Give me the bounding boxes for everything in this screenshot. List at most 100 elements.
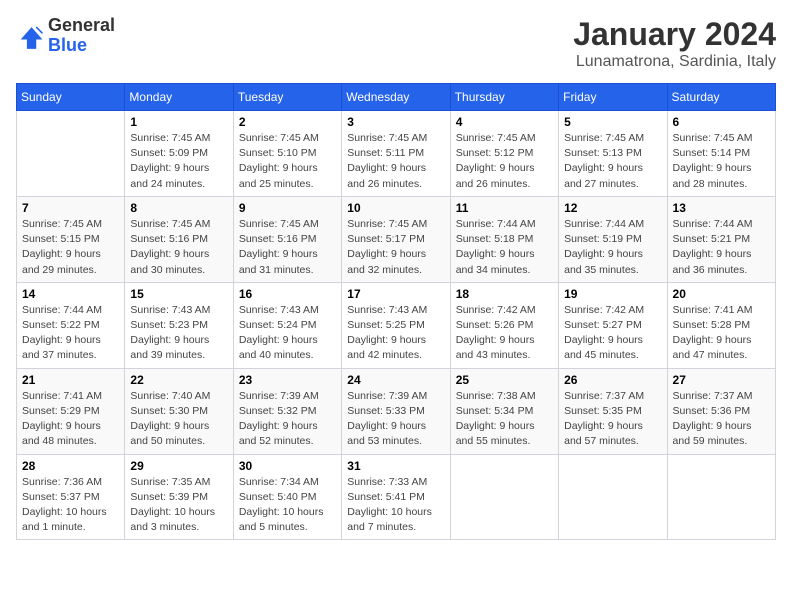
day-info: Sunrise: 7:41 AMSunset: 5:29 PMDaylight:…	[22, 389, 119, 450]
weekday-header: Saturday	[667, 84, 775, 111]
logo-blue: Blue	[48, 36, 115, 56]
day-number: 26	[564, 373, 661, 387]
day-number: 12	[564, 201, 661, 215]
weekday-header: Sunday	[17, 84, 125, 111]
location: Lunamatrona, Sardinia, Italy	[573, 53, 776, 71]
day-info: Sunrise: 7:45 AMSunset: 5:16 PMDaylight:…	[239, 217, 336, 278]
day-info: Sunrise: 7:40 AMSunset: 5:30 PMDaylight:…	[130, 389, 227, 450]
day-number: 11	[456, 201, 553, 215]
day-number: 4	[456, 115, 553, 129]
day-number: 25	[456, 373, 553, 387]
month-title: January 2024	[573, 16, 776, 53]
day-number: 31	[347, 459, 444, 473]
weekday-header: Wednesday	[342, 84, 450, 111]
day-info: Sunrise: 7:39 AMSunset: 5:32 PMDaylight:…	[239, 389, 336, 450]
calendar-cell	[559, 454, 667, 540]
calendar-cell: 18 Sunrise: 7:42 AMSunset: 5:26 PMDaylig…	[450, 282, 558, 368]
day-info: Sunrise: 7:36 AMSunset: 5:37 PMDaylight:…	[22, 475, 119, 536]
day-number: 30	[239, 459, 336, 473]
calendar-table: SundayMondayTuesdayWednesdayThursdayFrid…	[16, 83, 776, 540]
day-info: Sunrise: 7:45 AMSunset: 5:16 PMDaylight:…	[130, 217, 227, 278]
calendar-cell: 4 Sunrise: 7:45 AMSunset: 5:12 PMDayligh…	[450, 111, 558, 197]
day-info: Sunrise: 7:39 AMSunset: 5:33 PMDaylight:…	[347, 389, 444, 450]
day-info: Sunrise: 7:38 AMSunset: 5:34 PMDaylight:…	[456, 389, 553, 450]
day-info: Sunrise: 7:45 AMSunset: 5:09 PMDaylight:…	[130, 131, 227, 192]
day-number: 13	[673, 201, 770, 215]
calendar-cell: 17 Sunrise: 7:43 AMSunset: 5:25 PMDaylig…	[342, 282, 450, 368]
day-number: 29	[130, 459, 227, 473]
day-info: Sunrise: 7:45 AMSunset: 5:13 PMDaylight:…	[564, 131, 661, 192]
calendar-cell: 5 Sunrise: 7:45 AMSunset: 5:13 PMDayligh…	[559, 111, 667, 197]
calendar-cell: 16 Sunrise: 7:43 AMSunset: 5:24 PMDaylig…	[233, 282, 341, 368]
day-number: 22	[130, 373, 227, 387]
logo-general: General	[48, 16, 115, 36]
calendar-cell: 2 Sunrise: 7:45 AMSunset: 5:10 PMDayligh…	[233, 111, 341, 197]
weekday-header: Monday	[125, 84, 233, 111]
calendar-cell: 30 Sunrise: 7:34 AMSunset: 5:40 PMDaylig…	[233, 454, 341, 540]
day-number: 21	[22, 373, 119, 387]
weekday-header: Tuesday	[233, 84, 341, 111]
calendar-cell: 21 Sunrise: 7:41 AMSunset: 5:29 PMDaylig…	[17, 368, 125, 454]
calendar-cell	[450, 454, 558, 540]
day-number: 18	[456, 287, 553, 301]
day-number: 15	[130, 287, 227, 301]
day-number: 20	[673, 287, 770, 301]
calendar-cell: 19 Sunrise: 7:42 AMSunset: 5:27 PMDaylig…	[559, 282, 667, 368]
logo-text: General Blue	[48, 16, 115, 56]
calendar-cell: 13 Sunrise: 7:44 AMSunset: 5:21 PMDaylig…	[667, 196, 775, 282]
day-info: Sunrise: 7:44 AMSunset: 5:19 PMDaylight:…	[564, 217, 661, 278]
day-number: 6	[673, 115, 770, 129]
calendar-cell: 12 Sunrise: 7:44 AMSunset: 5:19 PMDaylig…	[559, 196, 667, 282]
day-number: 16	[239, 287, 336, 301]
day-number: 5	[564, 115, 661, 129]
weekday-header: Thursday	[450, 84, 558, 111]
calendar-cell: 31 Sunrise: 7:33 AMSunset: 5:41 PMDaylig…	[342, 454, 450, 540]
day-info: Sunrise: 7:43 AMSunset: 5:25 PMDaylight:…	[347, 303, 444, 364]
day-info: Sunrise: 7:45 AMSunset: 5:17 PMDaylight:…	[347, 217, 444, 278]
day-info: Sunrise: 7:37 AMSunset: 5:36 PMDaylight:…	[673, 389, 770, 450]
calendar-cell	[667, 454, 775, 540]
calendar-week-row: 21 Sunrise: 7:41 AMSunset: 5:29 PMDaylig…	[17, 368, 776, 454]
day-number: 19	[564, 287, 661, 301]
calendar-week-row: 14 Sunrise: 7:44 AMSunset: 5:22 PMDaylig…	[17, 282, 776, 368]
calendar-cell: 14 Sunrise: 7:44 AMSunset: 5:22 PMDaylig…	[17, 282, 125, 368]
day-number: 14	[22, 287, 119, 301]
calendar-cell	[17, 111, 125, 197]
calendar-week-row: 7 Sunrise: 7:45 AMSunset: 5:15 PMDayligh…	[17, 196, 776, 282]
calendar-cell: 8 Sunrise: 7:45 AMSunset: 5:16 PMDayligh…	[125, 196, 233, 282]
page-header: General Blue January 2024 Lunamatrona, S…	[16, 16, 776, 71]
logo: General Blue	[16, 16, 115, 56]
day-info: Sunrise: 7:45 AMSunset: 5:12 PMDaylight:…	[456, 131, 553, 192]
day-info: Sunrise: 7:33 AMSunset: 5:41 PMDaylight:…	[347, 475, 444, 536]
day-number: 3	[347, 115, 444, 129]
day-number: 17	[347, 287, 444, 301]
calendar-cell: 9 Sunrise: 7:45 AMSunset: 5:16 PMDayligh…	[233, 196, 341, 282]
calendar-cell: 27 Sunrise: 7:37 AMSunset: 5:36 PMDaylig…	[667, 368, 775, 454]
calendar-cell: 10 Sunrise: 7:45 AMSunset: 5:17 PMDaylig…	[342, 196, 450, 282]
day-info: Sunrise: 7:45 AMSunset: 5:15 PMDaylight:…	[22, 217, 119, 278]
calendar-cell: 23 Sunrise: 7:39 AMSunset: 5:32 PMDaylig…	[233, 368, 341, 454]
day-info: Sunrise: 7:44 AMSunset: 5:18 PMDaylight:…	[456, 217, 553, 278]
day-number: 9	[239, 201, 336, 215]
day-info: Sunrise: 7:45 AMSunset: 5:14 PMDaylight:…	[673, 131, 770, 192]
calendar-cell: 24 Sunrise: 7:39 AMSunset: 5:33 PMDaylig…	[342, 368, 450, 454]
calendar-cell: 1 Sunrise: 7:45 AMSunset: 5:09 PMDayligh…	[125, 111, 233, 197]
calendar-cell: 25 Sunrise: 7:38 AMSunset: 5:34 PMDaylig…	[450, 368, 558, 454]
day-info: Sunrise: 7:45 AMSunset: 5:11 PMDaylight:…	[347, 131, 444, 192]
day-info: Sunrise: 7:34 AMSunset: 5:40 PMDaylight:…	[239, 475, 336, 536]
day-number: 2	[239, 115, 336, 129]
day-number: 7	[22, 201, 119, 215]
weekday-header: Friday	[559, 84, 667, 111]
calendar-cell: 22 Sunrise: 7:40 AMSunset: 5:30 PMDaylig…	[125, 368, 233, 454]
calendar-cell: 15 Sunrise: 7:43 AMSunset: 5:23 PMDaylig…	[125, 282, 233, 368]
day-number: 27	[673, 373, 770, 387]
day-number: 8	[130, 201, 227, 215]
day-info: Sunrise: 7:41 AMSunset: 5:28 PMDaylight:…	[673, 303, 770, 364]
day-info: Sunrise: 7:43 AMSunset: 5:23 PMDaylight:…	[130, 303, 227, 364]
day-number: 23	[239, 373, 336, 387]
day-number: 10	[347, 201, 444, 215]
calendar-week-row: 1 Sunrise: 7:45 AMSunset: 5:09 PMDayligh…	[17, 111, 776, 197]
day-number: 28	[22, 459, 119, 473]
day-info: Sunrise: 7:42 AMSunset: 5:27 PMDaylight:…	[564, 303, 661, 364]
calendar-week-row: 28 Sunrise: 7:36 AMSunset: 5:37 PMDaylig…	[17, 454, 776, 540]
